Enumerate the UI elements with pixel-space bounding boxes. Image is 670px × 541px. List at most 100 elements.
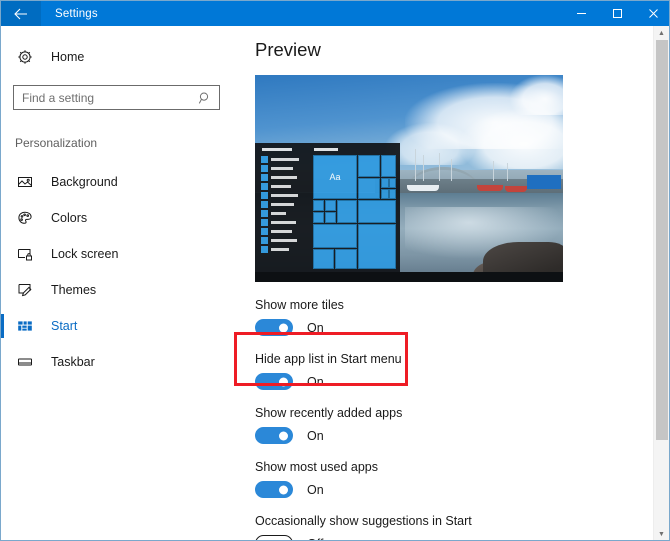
preview-app-row <box>260 173 312 181</box>
preview-app-icon <box>261 210 268 217</box>
toggle-row: Off <box>255 535 663 541</box>
preview-mast <box>423 155 424 181</box>
preview-tile: Aa <box>313 155 357 199</box>
toggle-row: On <box>255 319 663 336</box>
preview-tile <box>358 200 396 223</box>
main-content: Preview <box>238 26 663 541</box>
toggle-knob <box>279 485 288 494</box>
lock-screen-icon <box>15 244 35 264</box>
preview-tile <box>358 178 380 199</box>
start-menu-preview-image: Aa <box>255 75 563 282</box>
preview-app-label <box>271 248 289 251</box>
search-input[interactable] <box>14 86 194 109</box>
search-box[interactable] <box>13 85 220 110</box>
toggle-show-more-tiles[interactable] <box>255 319 293 336</box>
scroll-down-arrow-icon[interactable]: ▼ <box>654 527 669 541</box>
toggle-hide-app-list[interactable] <box>255 373 293 390</box>
preview-mast <box>507 163 508 181</box>
preview-tile-text: Aa <box>314 172 356 182</box>
back-arrow-icon <box>14 8 28 20</box>
preview-tile <box>389 189 396 199</box>
setting-show-most-used-apps: Show most used apps On <box>255 460 663 498</box>
sidebar-item-start[interactable]: Start <box>1 308 238 344</box>
sidebar-item-taskbar[interactable]: Taskbar <box>1 344 238 380</box>
sidebar-item-background[interactable]: Background <box>1 164 238 200</box>
preview-tile-group-header <box>314 148 338 151</box>
sidebar-item-colors[interactable]: Colors <box>1 200 238 236</box>
preview-app-icon <box>261 156 268 163</box>
preview-app-row <box>260 155 312 163</box>
setting-occasionally-show-suggestions: Occasionally show suggestions in Start O… <box>255 514 663 541</box>
preview-tile <box>313 200 324 211</box>
preview-mast <box>493 161 494 181</box>
toggle-knob <box>279 323 288 332</box>
close-button[interactable] <box>635 1 670 26</box>
preview-app-list-header <box>262 148 292 151</box>
scrollbar-track[interactable] <box>654 40 669 527</box>
page-title: Preview <box>255 39 663 61</box>
toggle-show-recently-added-apps[interactable] <box>255 427 293 444</box>
sidebar-home-label: Home <box>51 50 84 64</box>
setting-label: Show most used apps <box>255 460 663 474</box>
preview-app-label <box>271 230 292 233</box>
title-bar: Settings <box>1 1 670 26</box>
toggle-occasionally-show-suggestions[interactable] <box>255 535 293 541</box>
minimize-button[interactable] <box>563 1 599 26</box>
preview-tile <box>358 224 396 269</box>
maximize-button[interactable] <box>599 1 635 26</box>
toggle-show-most-used-apps[interactable] <box>255 481 293 498</box>
setting-show-recently-added-apps: Show recently added apps On <box>255 406 663 444</box>
preview-cloud <box>510 75 563 115</box>
toggle-row: On <box>255 427 663 444</box>
preview-app-row <box>260 236 312 244</box>
sidebar: Home Personalization <box>1 26 238 541</box>
preview-app-row <box>260 227 312 235</box>
toggle-knob <box>279 377 288 386</box>
preview-app-row <box>260 164 312 172</box>
toggle-row: On <box>255 481 663 498</box>
preview-building <box>527 175 561 189</box>
preview-app-label <box>271 203 294 206</box>
settings-window: Settings <box>0 0 670 541</box>
preview-app-icon <box>261 174 268 181</box>
preview-app-icon <box>261 246 268 253</box>
sidebar-item-label: Taskbar <box>51 355 95 369</box>
minimize-icon <box>576 8 587 19</box>
picture-icon <box>15 172 35 192</box>
preview-app-row <box>260 191 312 199</box>
preview-app-icon <box>261 237 268 244</box>
preview-tile <box>325 212 336 223</box>
scrollbar-thumb[interactable] <box>656 40 668 440</box>
preview-tile <box>381 178 389 188</box>
sidebar-item-lock-screen[interactable]: Lock screen <box>1 236 238 272</box>
toggle-row: On <box>255 373 663 390</box>
preview-tile <box>381 155 396 177</box>
toggle-state-label: On <box>307 375 324 389</box>
preview-app-icon <box>261 219 268 226</box>
search-icon <box>194 91 216 105</box>
preview-cloud <box>460 109 563 169</box>
preview-tile <box>313 224 357 248</box>
preview-mast <box>451 159 452 181</box>
setting-hide-app-list: Hide app list in Start menu On <box>255 352 663 390</box>
preview-app-icon <box>261 165 268 172</box>
setting-label: Occasionally show suggestions in Start <box>255 514 663 528</box>
sidebar-item-themes[interactable]: Themes <box>1 272 238 308</box>
setting-label: Show recently added apps <box>255 406 663 420</box>
preview-tile <box>325 200 336 211</box>
setting-label: Hide app list in Start menu <box>255 352 663 366</box>
sidebar-item-home[interactable]: Home <box>1 42 238 72</box>
toggle-state-label: On <box>307 429 324 443</box>
preview-tile <box>389 178 396 188</box>
toggle-state-label: On <box>307 483 324 497</box>
vertical-scrollbar[interactable]: ▲ ▼ <box>653 26 669 541</box>
preview-boat <box>505 186 527 192</box>
preview-app-icon <box>261 228 268 235</box>
preview-taskbar <box>255 272 563 282</box>
preview-app-row <box>260 200 312 208</box>
back-button[interactable] <box>1 1 41 26</box>
scroll-up-arrow-icon[interactable]: ▲ <box>654 26 669 40</box>
preview-app-row <box>260 218 312 226</box>
preview-app-icon <box>261 201 268 208</box>
preview-tile-group: Aa <box>313 148 396 277</box>
